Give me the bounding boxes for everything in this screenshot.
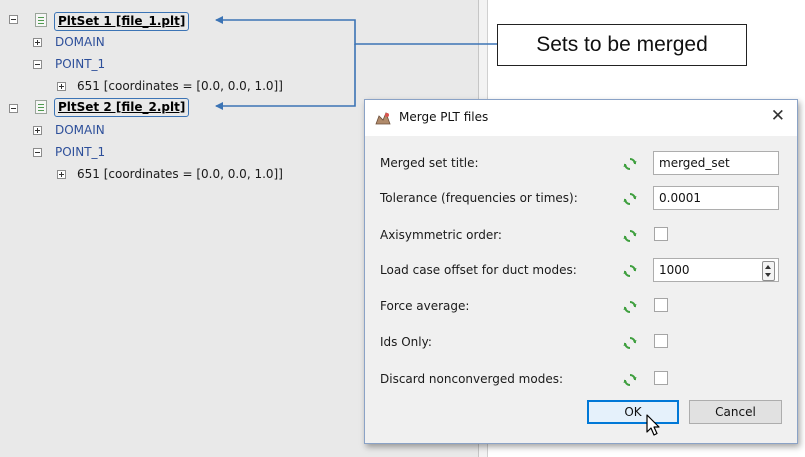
reset-icon[interactable] xyxy=(623,373,637,387)
force-average-checkbox[interactable] xyxy=(654,298,668,312)
ids-only-label: Ids Only: xyxy=(380,335,432,349)
force-average-label: Force average: xyxy=(380,299,470,313)
discard-nonconverged-row: Discard nonconverged modes: xyxy=(365,366,797,394)
force-average-row: Force average: xyxy=(365,293,797,321)
tolerance-row: Tolerance (frequencies or times): 0.0001 xyxy=(365,185,797,213)
cancel-button[interactable]: Cancel xyxy=(689,400,782,424)
ids-only-row: Ids Only: xyxy=(365,329,797,357)
ok-button[interactable]: OK xyxy=(587,400,679,424)
ids-only-checkbox[interactable] xyxy=(654,334,668,348)
reset-icon[interactable] xyxy=(623,300,637,314)
close-icon[interactable]: ✕ xyxy=(771,106,785,126)
arrow-to-set-2 xyxy=(215,44,356,110)
dialog-title: Merge PLT files xyxy=(399,110,489,124)
spinner-arrows-icon[interactable] xyxy=(762,261,775,281)
arrow-to-set-1 xyxy=(215,16,497,45)
tolerance-input[interactable]: 0.0001 xyxy=(653,186,779,210)
load-case-offset-row: Load case offset for duct modes: 1000 xyxy=(365,257,797,285)
axisymmetric-row: Axisymmetric order: xyxy=(365,222,797,250)
axisymmetric-checkbox[interactable] xyxy=(654,227,668,241)
discard-nonconverged-checkbox[interactable] xyxy=(654,371,668,385)
reset-icon[interactable] xyxy=(623,192,637,206)
discard-nonconverged-label: Discard nonconverged modes: xyxy=(380,372,563,386)
merged-title-input[interactable]: merged_set xyxy=(653,151,779,175)
load-case-offset-label: Load case offset for duct modes: xyxy=(380,263,577,277)
dialog-titlebar[interactable]: Merge PLT files ✕ xyxy=(365,100,797,136)
load-case-offset-spinner[interactable]: 1000 xyxy=(653,258,779,282)
load-case-offset-value[interactable]: 1000 xyxy=(659,263,690,277)
merged-title-row: Merged set title: merged_set xyxy=(365,150,797,178)
reset-icon[interactable] xyxy=(623,157,637,171)
axisymmetric-label: Axisymmetric order: xyxy=(380,228,502,242)
sets-callout: Sets to be merged xyxy=(497,24,747,66)
merged-title-label: Merged set title: xyxy=(380,156,479,170)
merge-plt-dialog: Merge PLT files ✕ Merged set title: merg… xyxy=(364,99,798,444)
reset-icon[interactable] xyxy=(623,336,637,350)
merge-app-icon xyxy=(375,111,391,125)
reset-icon[interactable] xyxy=(623,264,637,278)
tolerance-label: Tolerance (frequencies or times): xyxy=(380,191,578,205)
mouse-pointer-icon xyxy=(646,414,660,436)
reset-icon[interactable] xyxy=(623,229,637,243)
